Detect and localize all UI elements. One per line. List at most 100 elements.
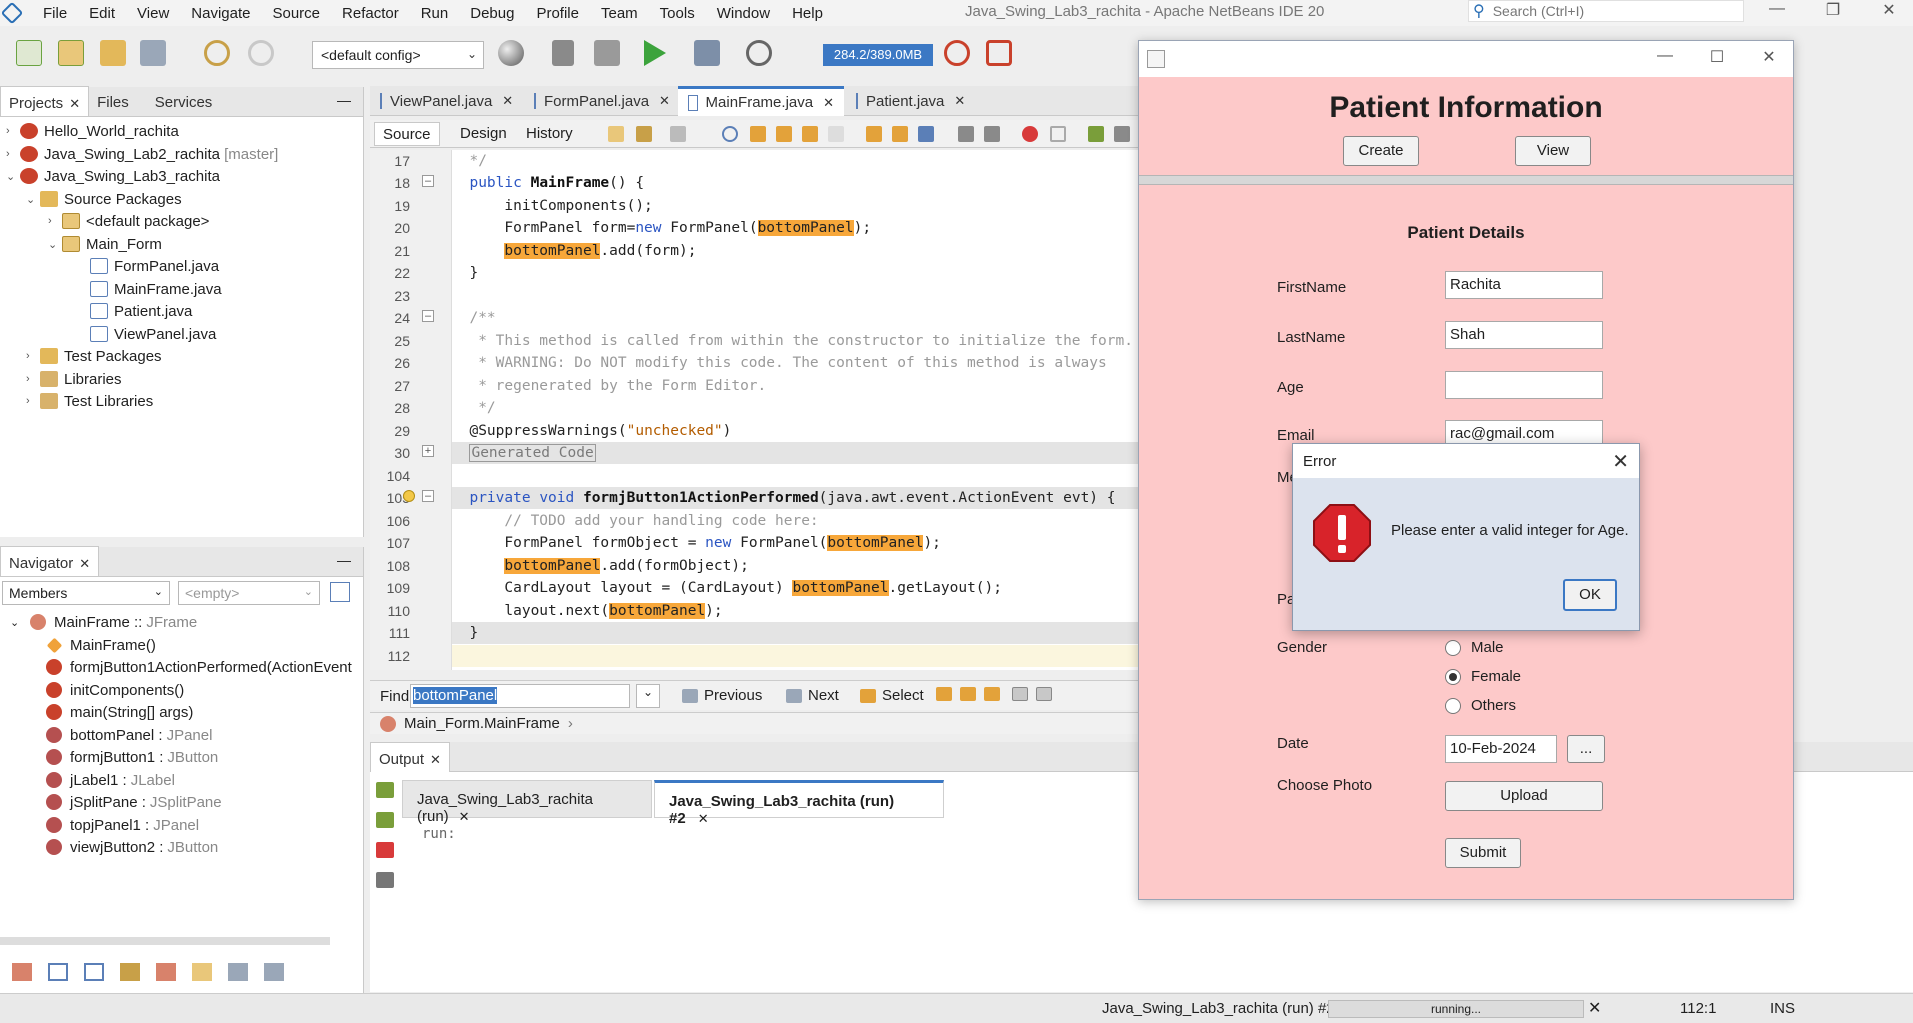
gender-female-radio[interactable]: Female bbox=[1445, 668, 1521, 685]
gc-icon[interactable] bbox=[944, 40, 970, 66]
minimize-window-button[interactable]: — bbox=[1754, 0, 1800, 22]
ok-button[interactable]: OK bbox=[1563, 579, 1617, 611]
menu-view[interactable]: View bbox=[126, 5, 180, 22]
tree-item-default-package[interactable]: › <default package> bbox=[48, 210, 209, 232]
navigator-item-field[interactable]: bottomPanel : JPanel bbox=[46, 724, 212, 746]
firstname-field[interactable]: Rachita bbox=[1445, 271, 1603, 299]
navigator-item-field[interactable]: jLabel1 : JLabel bbox=[46, 769, 175, 791]
expand-arrow-icon[interactable]: › bbox=[6, 125, 20, 137]
lightbulb-hint-icon[interactable] bbox=[403, 490, 415, 502]
tab-services[interactable]: Services bbox=[147, 86, 221, 116]
navigator-item-class[interactable]: ⌄ MainFrame :: JFrame bbox=[10, 611, 197, 633]
close-icon[interactable]: ✕ bbox=[69, 96, 80, 111]
next-bookmark-icon[interactable] bbox=[892, 126, 908, 142]
rerun-with-options-icon[interactable] bbox=[376, 812, 394, 828]
tab-viewpanel[interactable]: ViewPanel.java ✕ bbox=[370, 86, 522, 116]
menu-help[interactable]: Help bbox=[781, 5, 834, 22]
find-previous-button[interactable]: Previous bbox=[682, 687, 762, 704]
output-settings-icon[interactable] bbox=[376, 872, 394, 888]
fold-collapse-icon[interactable]: – bbox=[422, 175, 434, 187]
wrap-around-toggle[interactable] bbox=[1036, 687, 1058, 701]
menu-navigate[interactable]: Navigate bbox=[180, 5, 261, 22]
cancel-task-icon[interactable]: ✕ bbox=[1588, 998, 1601, 1018]
tree-item-formpanel[interactable]: FormPanel.java bbox=[90, 255, 219, 277]
age-field[interactable] bbox=[1445, 371, 1603, 399]
find-next-icon[interactable] bbox=[776, 126, 792, 142]
split-pane-divider[interactable] bbox=[1139, 175, 1793, 185]
rerun-icon[interactable] bbox=[376, 782, 394, 798]
create-button[interactable]: Create bbox=[1343, 136, 1419, 166]
collapse-arrow-icon[interactable]: ⌄ bbox=[6, 170, 20, 183]
tree-item-hello-world[interactable]: › Hello_World_rachita bbox=[6, 120, 179, 142]
run-project-icon[interactable] bbox=[644, 40, 666, 66]
restore-window-button[interactable]: ❐ bbox=[1810, 0, 1856, 22]
close-window-button[interactable]: ✕ bbox=[1866, 0, 1912, 22]
uncomment-icon[interactable] bbox=[1114, 126, 1130, 142]
view-design-button[interactable]: Design bbox=[452, 122, 515, 146]
tree-item-main-form[interactable]: ⌄ Main_Form bbox=[48, 233, 162, 255]
new-project-icon[interactable] bbox=[58, 40, 84, 66]
tree-item-source-packages[interactable]: ⌄ Source Packages bbox=[26, 188, 182, 210]
minimize-panel-icon[interactable]: — bbox=[337, 92, 363, 116]
tree-item-patient[interactable]: Patient.java bbox=[90, 300, 192, 322]
navigator-item-field[interactable]: formjButton1 : JButton bbox=[46, 746, 218, 768]
maximize-button[interactable]: ☐ bbox=[1697, 47, 1737, 67]
members-filter-select[interactable]: Members ⌄ bbox=[2, 581, 170, 605]
close-icon[interactable]: ✕ bbox=[1612, 449, 1629, 474]
profile-ide-icon[interactable] bbox=[986, 40, 1012, 66]
highlight-results-toggle[interactable] bbox=[1012, 687, 1034, 701]
menu-tools[interactable]: Tools bbox=[649, 5, 706, 22]
build-hammer-icon[interactable] bbox=[552, 40, 574, 66]
last-edit-icon[interactable] bbox=[608, 126, 624, 142]
navigator-item-method[interactable]: formjButton1ActionPerformed(ActionEvent bbox=[46, 656, 352, 678]
date-picker-button[interactable]: ... bbox=[1567, 735, 1605, 763]
tab-formpanel[interactable]: FormPanel.java ✕ bbox=[524, 86, 676, 116]
tree-item-test-libraries[interactable]: › Test Libraries bbox=[26, 390, 153, 412]
stop-macro-icon[interactable] bbox=[1050, 126, 1066, 142]
close-icon[interactable]: ✕ bbox=[459, 809, 470, 824]
tab-output[interactable]: Output ✕ bbox=[370, 742, 450, 772]
close-button[interactable]: ✕ bbox=[1749, 47, 1789, 67]
sort-by-source-icon[interactable] bbox=[264, 963, 284, 981]
navigator-options-icon[interactable] bbox=[330, 582, 350, 602]
comment-icon[interactable] bbox=[1088, 126, 1104, 142]
undo-icon[interactable] bbox=[204, 40, 230, 66]
navigator-item-field[interactable]: viewjButton2 : JButton bbox=[46, 836, 218, 858]
secondary-filter-select[interactable]: <empty> ⌄ bbox=[178, 581, 320, 605]
menu-refactor[interactable]: Refactor bbox=[331, 5, 410, 22]
redo-icon[interactable] bbox=[248, 40, 274, 66]
show-inherited-icon[interactable] bbox=[12, 963, 32, 981]
toggle-bookmark-icon[interactable] bbox=[918, 126, 934, 142]
navigator-item-method[interactable]: initComponents() bbox=[46, 679, 184, 701]
forward-icon[interactable] bbox=[670, 126, 686, 142]
back-icon[interactable] bbox=[636, 126, 652, 142]
tree-item-mainframe[interactable]: MainFrame.java bbox=[90, 278, 222, 300]
view-source-button[interactable]: Source bbox=[374, 122, 440, 146]
tab-files[interactable]: Files bbox=[89, 86, 137, 116]
tree-item-libraries[interactable]: › Libraries bbox=[26, 368, 122, 390]
tab-mainframe[interactable]: MainFrame.java ✕ bbox=[678, 86, 844, 116]
code-editor[interactable]: */ public MainFrame() { initComponents()… bbox=[452, 150, 1142, 670]
open-project-icon[interactable] bbox=[100, 40, 126, 66]
regex-toggle[interactable] bbox=[984, 687, 1006, 701]
menu-edit[interactable]: Edit bbox=[78, 5, 126, 22]
navigator-item-constructor[interactable]: MainFrame() bbox=[46, 634, 156, 656]
submit-button[interactable]: Submit bbox=[1445, 838, 1521, 868]
close-icon[interactable]: ✕ bbox=[823, 95, 834, 111]
show-fields-icon[interactable] bbox=[48, 963, 68, 981]
menu-source[interactable]: Source bbox=[261, 5, 331, 22]
tab-patient[interactable]: Patient.java ✕ bbox=[846, 86, 974, 116]
close-icon[interactable]: ✕ bbox=[698, 811, 709, 826]
show-non-public-icon[interactable] bbox=[120, 963, 140, 981]
find-previous-icon[interactable] bbox=[750, 126, 766, 142]
navigator-item-field[interactable]: topjPanel1 : JPanel bbox=[46, 814, 199, 836]
tree-item-lab2[interactable]: › Java_Swing_Lab2_rachita [master] bbox=[6, 143, 278, 165]
upload-button[interactable]: Upload bbox=[1445, 781, 1603, 811]
show-inner-classes-icon[interactable] bbox=[156, 963, 176, 981]
collapse-arrow-icon[interactable]: ⌄ bbox=[26, 193, 40, 206]
menu-file[interactable]: File bbox=[32, 5, 78, 22]
fold-collapse-icon[interactable]: – bbox=[422, 490, 434, 502]
close-icon[interactable]: ✕ bbox=[954, 93, 965, 109]
collapse-arrow-icon[interactable]: ⌄ bbox=[10, 616, 30, 629]
expand-arrow-icon[interactable]: › bbox=[48, 215, 62, 227]
